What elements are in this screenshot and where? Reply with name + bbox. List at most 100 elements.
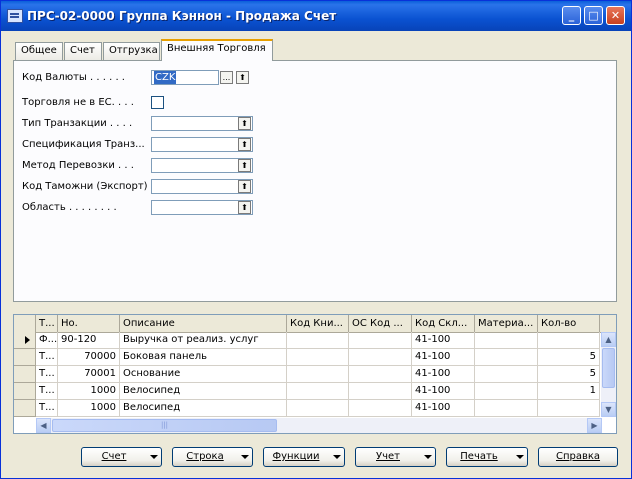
- title-bar[interactable]: ПРС-02-0000 Группа Кэннон - Продажа Счет…: [1, 1, 631, 31]
- transaction-spec-field[interactable]: ⬆: [151, 137, 253, 152]
- transaction-type-label: Тип Транзакции . . . .: [22, 118, 133, 129]
- cell-type[interactable]: Т...: [36, 366, 58, 383]
- area-label: Область . . . . . . . .: [22, 202, 117, 213]
- column-header-book-code[interactable]: Код Кни...: [287, 315, 349, 332]
- cell-no[interactable]: 70001: [58, 366, 120, 383]
- column-header-material[interactable]: Материа...: [475, 315, 538, 332]
- row-selector[interactable]: [14, 400, 36, 417]
- non-eu-trade-checkbox[interactable]: [151, 96, 164, 109]
- cell-quantity[interactable]: 5: [538, 349, 600, 366]
- table-row[interactable]: Ф... 90-120 Выручка от реализ. услуг 41-100: [14, 332, 616, 349]
- cell-material[interactable]: [475, 383, 538, 400]
- row-selector[interactable]: [14, 332, 36, 349]
- cell-fa-code[interactable]: [349, 366, 412, 383]
- column-header-type[interactable]: Т...: [36, 315, 58, 332]
- transaction-type-field[interactable]: ⬆: [151, 116, 253, 131]
- cell-location[interactable]: 41-100: [412, 349, 475, 366]
- tab-invoice[interactable]: Счет: [64, 42, 102, 60]
- cell-type[interactable]: Т...: [36, 400, 58, 417]
- cell-fa-code[interactable]: [349, 332, 412, 349]
- invoice-menu-button[interactable]: Счет: [81, 447, 162, 467]
- cell-description[interactable]: Велосипед: [120, 383, 287, 400]
- area-up-arrow-icon[interactable]: ⬆: [238, 201, 251, 214]
- transaction-type-up-arrow-icon[interactable]: ⬆: [238, 117, 251, 130]
- cell-book-code[interactable]: [287, 366, 349, 383]
- help-button[interactable]: Справка: [538, 447, 618, 467]
- scroll-left-button[interactable]: ◀: [36, 418, 51, 433]
- chevron-down-icon: [150, 455, 158, 459]
- horizontal-scrollbar[interactable]: ◀ ||| ▶: [36, 418, 602, 433]
- post-menu-button[interactable]: Учет: [355, 447, 436, 467]
- exit-point-field[interactable]: ⬆: [151, 179, 253, 194]
- cell-location[interactable]: 41-100: [412, 383, 475, 400]
- cell-type[interactable]: Т...: [36, 349, 58, 366]
- cell-no[interactable]: 1000: [58, 400, 120, 417]
- area-field[interactable]: ⬆: [151, 200, 253, 215]
- currency-code-label: Код Валюты . . . . . .: [22, 72, 125, 83]
- tab-shipping[interactable]: Отгрузка: [103, 42, 160, 60]
- cell-description[interactable]: Основание: [120, 366, 287, 383]
- cell-quantity[interactable]: [538, 332, 600, 349]
- column-header-fa-code[interactable]: ОС Код ...: [349, 315, 412, 332]
- cell-type[interactable]: Т...: [36, 383, 58, 400]
- cell-no[interactable]: 1000: [58, 383, 120, 400]
- cell-material[interactable]: [475, 332, 538, 349]
- cell-location[interactable]: 41-100: [412, 332, 475, 349]
- cell-material[interactable]: [475, 400, 538, 417]
- column-header-description[interactable]: Описание: [120, 315, 287, 332]
- line-menu-button[interactable]: Строка: [172, 447, 253, 467]
- cell-fa-code[interactable]: [349, 400, 412, 417]
- table-row[interactable]: Т... 1000 Велосипед 41-100: [14, 400, 616, 417]
- exit-point-up-arrow-icon[interactable]: ⬆: [238, 180, 251, 193]
- row-selector[interactable]: [14, 366, 36, 383]
- minimize-button[interactable]: _: [562, 6, 581, 25]
- row-selector[interactable]: [14, 383, 36, 400]
- cell-material[interactable]: [475, 366, 538, 383]
- cell-book-code[interactable]: [287, 383, 349, 400]
- cell-type[interactable]: Ф...: [36, 332, 58, 349]
- vertical-scrollbar[interactable]: ▲ ▼: [601, 332, 616, 417]
- cell-no[interactable]: 70000: [58, 349, 120, 366]
- horizontal-scroll-thumb[interactable]: |||: [52, 419, 277, 432]
- cell-book-code[interactable]: [287, 332, 349, 349]
- cell-no[interactable]: 90-120: [58, 332, 120, 349]
- currency-up-arrow-icon[interactable]: ⬆: [236, 71, 249, 84]
- cell-fa-code[interactable]: [349, 349, 412, 366]
- currency-lookup-button[interactable]: ...: [220, 71, 233, 84]
- sales-invoice-window: ПРС-02-0000 Группа Кэннон - Продажа Счет…: [0, 0, 632, 479]
- print-menu-button[interactable]: Печать: [446, 447, 528, 467]
- sales-lines-grid[interactable]: Т... Но. Описание Код Кни... ОС Код ... …: [13, 314, 617, 434]
- scroll-right-button[interactable]: ▶: [587, 418, 602, 433]
- cell-quantity[interactable]: 1: [538, 383, 600, 400]
- tab-general[interactable]: Общее: [15, 42, 63, 60]
- scroll-down-button[interactable]: ▼: [601, 402, 616, 417]
- row-selector[interactable]: [14, 349, 36, 366]
- cell-material[interactable]: [475, 349, 538, 366]
- column-header-location[interactable]: Код Скл...: [412, 315, 475, 332]
- table-row[interactable]: Т... 70001 Основание 41-100 5: [14, 366, 616, 383]
- cell-book-code[interactable]: [287, 400, 349, 417]
- cell-quantity[interactable]: 5: [538, 366, 600, 383]
- cell-location[interactable]: 41-100: [412, 400, 475, 417]
- maximize-button[interactable]: □: [584, 6, 603, 25]
- cell-book-code[interactable]: [287, 349, 349, 366]
- column-header-quantity[interactable]: Кол-во: [538, 315, 600, 332]
- functions-menu-button[interactable]: Функции: [263, 447, 345, 467]
- transport-method-up-arrow-icon[interactable]: ⬆: [238, 159, 251, 172]
- cell-quantity[interactable]: [538, 400, 600, 417]
- table-row[interactable]: Т... 1000 Велосипед 41-100 1: [14, 383, 616, 400]
- cell-fa-code[interactable]: [349, 383, 412, 400]
- cell-description[interactable]: Боковая панель: [120, 349, 287, 366]
- transaction-spec-up-arrow-icon[interactable]: ⬆: [238, 138, 251, 151]
- transport-method-field[interactable]: ⬆: [151, 158, 253, 173]
- column-header-no[interactable]: Но.: [58, 315, 120, 332]
- cell-location[interactable]: 41-100: [412, 366, 475, 383]
- table-row[interactable]: Т... 70000 Боковая панель 41-100 5: [14, 349, 616, 366]
- tab-foreign-trade[interactable]: Внешняя Торговля: [161, 39, 273, 61]
- currency-code-field[interactable]: CZK ... ⬆: [151, 70, 249, 85]
- cell-description[interactable]: Велосипед: [120, 400, 287, 417]
- close-button[interactable]: ✕: [606, 6, 625, 25]
- scroll-up-button[interactable]: ▲: [601, 332, 616, 347]
- vertical-scroll-thumb[interactable]: [602, 348, 615, 388]
- cell-description[interactable]: Выручка от реализ. услуг: [120, 332, 287, 349]
